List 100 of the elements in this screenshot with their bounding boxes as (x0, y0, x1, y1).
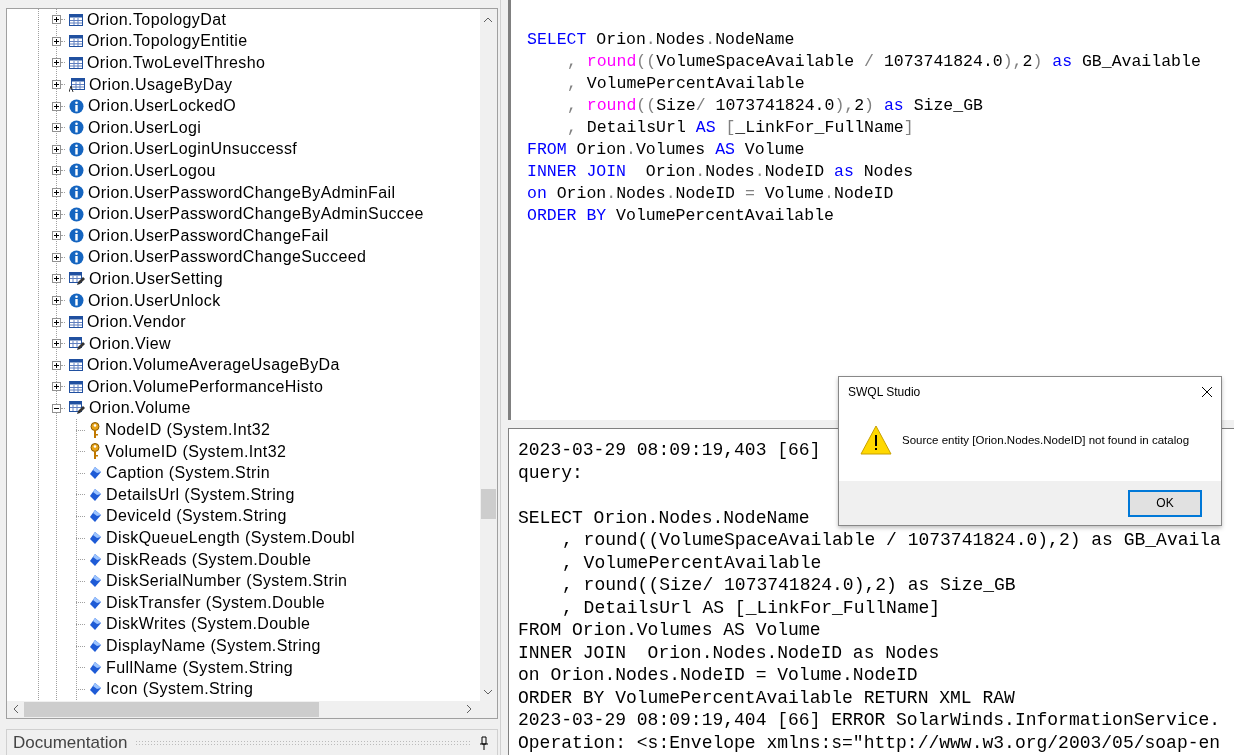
expand-icon[interactable] (52, 209, 61, 219)
expand-icon[interactable] (52, 274, 61, 284)
log-line: SELECT Orion.Nodes.NodeName (518, 506, 810, 529)
tree-item[interactable]: DisplayName (System.String (106, 637, 321, 655)
property-icon (89, 574, 102, 589)
expand-icon[interactable] (52, 296, 61, 305)
expand-icon[interactable] (52, 317, 61, 327)
expand-icon[interactable] (52, 144, 61, 154)
table-pencil-icon (69, 401, 85, 416)
pin-icon[interactable] (479, 735, 489, 750)
code-line: FROM Orion.Volumes AS Volume (527, 139, 805, 161)
expand-icon[interactable] (52, 123, 61, 133)
property-icon (89, 595, 102, 610)
tree-item[interactable]: Orion.TopologyEntitie (87, 32, 248, 51)
tree-item[interactable]: Orion.UserLoginUnsuccessf (88, 140, 298, 159)
code-line: , round((Size/ 1073741824.0),2) as Size_GB (566, 95, 983, 117)
horizontal-scrollbar[interactable] (7, 701, 480, 719)
tree-item[interactable]: Orion.UserPasswordChangeByAdminFail (88, 183, 396, 202)
tree-item[interactable]: Icon (System.String (106, 680, 254, 699)
tree-item[interactable]: Orion.UserPasswordChangeFail (88, 226, 329, 245)
warning-icon (860, 425, 892, 455)
expand-icon[interactable] (52, 252, 61, 262)
tree-item[interactable]: VolumeID (System.Int32 (105, 442, 287, 461)
collapse-icon[interactable] (52, 404, 61, 413)
tree-item[interactable]: Orion.UserLogi (88, 118, 202, 137)
query-editor[interactable] (508, 0, 1234, 420)
expand-icon[interactable] (52, 58, 61, 68)
log-line: on Orion.Nodes.NodeID = Volume.NodeID (518, 664, 918, 687)
info-icon (69, 228, 84, 244)
log-line: , round((Size/ 1073741824.0),2) as Size_GB (561, 574, 1016, 597)
log-line: 2023-03-29 08:09:19,403 [66] (518, 439, 821, 462)
table-icon (69, 316, 83, 329)
tree-item[interactable]: Orion.UsageByDay (89, 75, 233, 94)
table-pencil-icon (69, 336, 85, 351)
code-line: INNER JOIN Orion.Nodes.NodeID as Nodes (527, 161, 914, 183)
table-icon (69, 13, 83, 26)
expand-icon[interactable] (52, 360, 61, 370)
expand-icon[interactable] (52, 231, 61, 241)
tree-item[interactable]: DiskReads (System.Double (106, 550, 312, 569)
tree-item[interactable]: Orion.TwoLevelThresho (87, 54, 266, 72)
property-icon (89, 660, 102, 675)
table-icon (69, 57, 83, 69)
tree-item[interactable]: DiskQueueLength (System.Doubl (106, 529, 356, 548)
info-icon (69, 141, 84, 157)
tree-item[interactable]: Orion.View (89, 334, 171, 353)
info-icon (69, 120, 84, 136)
scroll-left-icon[interactable] (11, 704, 21, 715)
table-pencil-icon (69, 271, 85, 286)
tree-item[interactable]: Orion.Volume (89, 399, 191, 418)
property-icon (89, 552, 102, 567)
tree-item[interactable]: DetailsUrl (System.String (106, 485, 295, 504)
log-line: ORDER BY VolumePercentAvailable RETURN XML RAW (518, 686, 1015, 709)
tree-item[interactable]: DiskWrites (System.Double (106, 615, 311, 634)
tree-item[interactable]: DeviceId (System.String (106, 507, 287, 526)
code-line: , DetailsUrl AS [_LinkFor_FullName] (566, 117, 914, 139)
scrollbar-thumb[interactable] (481, 489, 496, 519)
log-line: , DetailsUrl AS [_LinkFor_FullName] (561, 596, 941, 619)
property-icon (89, 639, 102, 653)
expand-icon[interactable] (52, 101, 61, 111)
property-icon (89, 682, 102, 697)
tree-item[interactable]: NodeID (System.Int32 (105, 421, 271, 440)
code-line: , round((VolumeSpaceAvailable / 1073741824.0),2) as GB_Available (566, 51, 1201, 73)
expand-icon[interactable] (52, 166, 61, 176)
tree-item[interactable]: DiskSerialNumber (System.Strin (106, 572, 348, 591)
tree-item[interactable]: Orion.UserSetting (89, 269, 223, 288)
expand-icon[interactable] (52, 382, 61, 392)
expand-icon[interactable] (52, 80, 61, 90)
tree-item[interactable]: Orion.UserPasswordChangeSucceed (88, 248, 367, 267)
info-icon (69, 185, 84, 201)
tree-item[interactable]: Orion.UserUnlock (88, 291, 221, 310)
ok-button[interactable]: OK (1128, 489, 1202, 517)
table-icon (69, 380, 83, 393)
expand-icon[interactable] (52, 339, 61, 349)
scrollbar-thumb[interactable] (24, 702, 319, 718)
expand-icon[interactable] (52, 188, 61, 198)
info-icon (69, 293, 84, 308)
tree-item[interactable]: Orion.VolumePerformanceHisto (87, 377, 324, 396)
tree-item[interactable]: FullName (System.String (106, 658, 294, 677)
scroll-right-icon[interactable] (464, 704, 474, 715)
log-line: INNER JOIN Orion.Nodes.NodeID as Nodes (518, 641, 940, 664)
close-icon[interactable] (1201, 386, 1213, 398)
log-line: 2023-03-29 08:09:19,404 [66] ERROR SolarWinds.InformationService. (518, 709, 1221, 732)
log-line: Operation: <s:Envelope xmlns:s="http://www.w3.org/2003/05/soap-en (518, 731, 1221, 754)
log-line: , round((VolumeSpaceAvailable / 1073741824.0),2) as GB_Availa (561, 529, 1221, 552)
expand-icon[interactable] (52, 15, 61, 25)
tree-item[interactable]: Orion.UserPasswordChangeByAdminSuccee (88, 205, 424, 224)
tree-item[interactable]: Orion.UserLogou (88, 161, 216, 180)
table-icon (69, 359, 83, 372)
expand-icon[interactable] (52, 36, 61, 46)
tree-item[interactable]: Orion.Vendor (87, 313, 187, 332)
vertical-scrollbar[interactable] (480, 9, 497, 702)
info-icon (69, 163, 84, 179)
property-icon (89, 617, 102, 632)
tree-item[interactable]: DiskTransfer (System.Double (106, 593, 326, 612)
tree-item[interactable]: Orion.TopologyDat (87, 10, 227, 29)
tree-item[interactable]: Caption (System.Strin (106, 464, 270, 483)
tree-item[interactable]: Orion.VolumeAverageUsageByDa (87, 356, 340, 375)
tree-item[interactable]: Orion.UserLockedO (88, 97, 237, 116)
key-icon (89, 421, 101, 439)
scroll-up-icon[interactable] (483, 15, 493, 25)
